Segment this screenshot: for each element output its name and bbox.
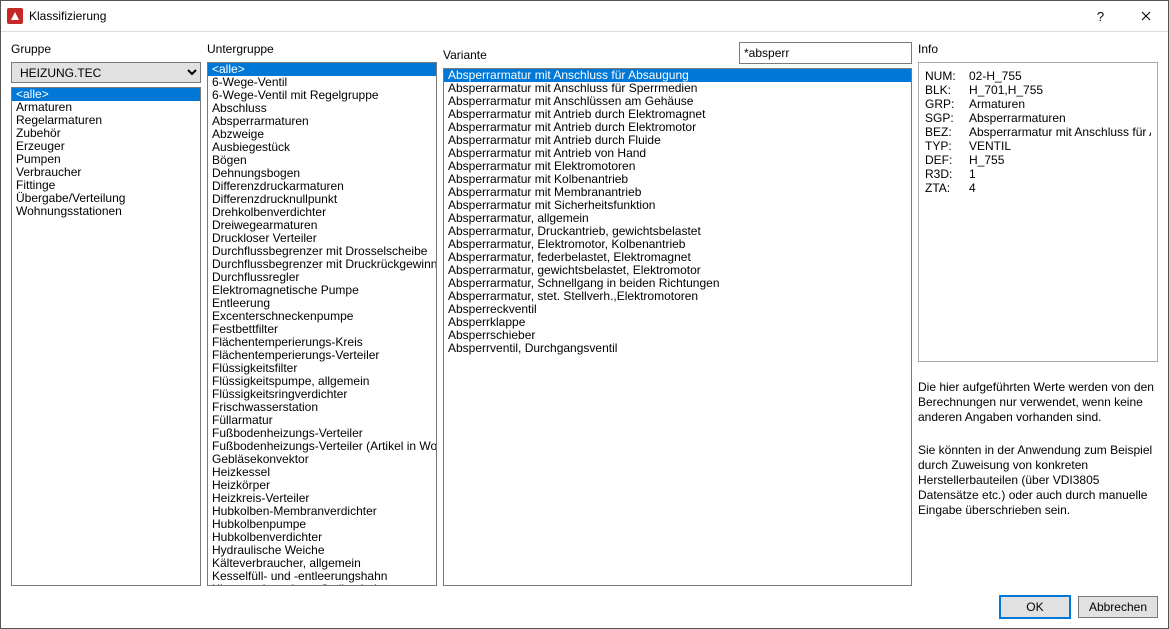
close-icon — [1141, 11, 1151, 21]
dialog-window: Klassifizierung ? Gruppe HEIZUNG.TEC <al… — [0, 0, 1169, 629]
info-key: DEF: — [925, 153, 969, 167]
info-value: 02-H_755 — [969, 69, 1022, 83]
info-row: ZTA:4 — [925, 181, 1151, 195]
variante-column: Variante Absperrarmatur mit Anschluss fü… — [443, 42, 912, 586]
cancel-button[interactable]: Abbrechen — [1078, 596, 1158, 618]
info-key: SGP: — [925, 111, 969, 125]
variante-list[interactable]: Absperrarmatur mit Anschluss für Absaugu… — [443, 68, 912, 586]
info-value: Armaturen — [969, 97, 1025, 111]
info-row: DEF:H_755 — [925, 153, 1151, 167]
info-row: TYP:VENTIL — [925, 139, 1151, 153]
ok-button[interactable]: OK — [1000, 596, 1070, 618]
info-value: 1 — [969, 167, 976, 181]
content-area: Gruppe HEIZUNG.TEC <alle>ArmaturenRegela… — [1, 32, 1168, 586]
untergruppe-list[interactable]: <alle>6-Wege-Ventil6-Wege-Ventil mit Reg… — [207, 62, 437, 586]
info-row: BLK:H_701,H_755 — [925, 83, 1151, 97]
info-column: Info NUM:02-H_755BLK:H_701,H_755GRP:Arma… — [918, 42, 1158, 586]
info-description-1: Die hier aufgeführten Werte werden von d… — [918, 380, 1158, 425]
gruppe-label: Gruppe — [11, 42, 201, 56]
gruppe-list[interactable]: <alle>ArmaturenRegelarmaturenZubehörErze… — [11, 87, 201, 586]
info-key: ZTA: — [925, 181, 969, 195]
info-row: BEZ:Absperrarmatur mit Anschluss für Abs… — [925, 125, 1151, 139]
window-title: Klassifizierung — [29, 9, 106, 23]
info-description-2: Sie könnten in der Anwendung zum Beispie… — [918, 443, 1158, 518]
list-item[interactable]: Wohnungsstationen — [12, 205, 200, 218]
info-row: SGP:Absperrarmaturen — [925, 111, 1151, 125]
info-value: Absperrarmaturen — [969, 111, 1066, 125]
info-row: NUM:02-H_755 — [925, 69, 1151, 83]
info-key: NUM: — [925, 69, 969, 83]
info-value: H_755 — [969, 153, 1004, 167]
info-row: GRP:Armaturen — [925, 97, 1151, 111]
info-label: Info — [918, 42, 1158, 56]
info-key: BEZ: — [925, 125, 969, 139]
untergruppe-column: Untergruppe <alle>6-Wege-Ventil6-Wege-Ve… — [207, 42, 437, 586]
titlebar: Klassifizierung ? — [1, 1, 1168, 32]
info-key: TYP: — [925, 139, 969, 153]
info-key: BLK: — [925, 83, 969, 97]
info-value: Absperrarmatur mit Anschluss für Absaugu… — [969, 125, 1151, 139]
gruppe-combo[interactable]: HEIZUNG.TEC — [11, 62, 201, 83]
info-row: R3D:1 — [925, 167, 1151, 181]
help-button[interactable]: ? — [1078, 1, 1123, 31]
info-key: R3D: — [925, 167, 969, 181]
info-value: 4 — [969, 181, 976, 195]
info-box: NUM:02-H_755BLK:H_701,H_755GRP:Armaturen… — [918, 62, 1158, 362]
info-value: H_701,H_755 — [969, 83, 1043, 97]
variante-filter-input[interactable] — [739, 42, 912, 64]
close-button[interactable] — [1123, 1, 1168, 31]
info-value: VENTIL — [969, 139, 1011, 153]
gruppe-column: Gruppe HEIZUNG.TEC <alle>ArmaturenRegela… — [11, 42, 201, 586]
info-key: GRP: — [925, 97, 969, 111]
app-icon — [7, 8, 23, 24]
variante-label: Variante — [443, 48, 733, 62]
list-item[interactable]: Absperrventil, Durchgangsventil — [444, 342, 911, 355]
footer: OK Abbrechen — [1, 586, 1168, 628]
untergruppe-label: Untergruppe — [207, 42, 437, 56]
